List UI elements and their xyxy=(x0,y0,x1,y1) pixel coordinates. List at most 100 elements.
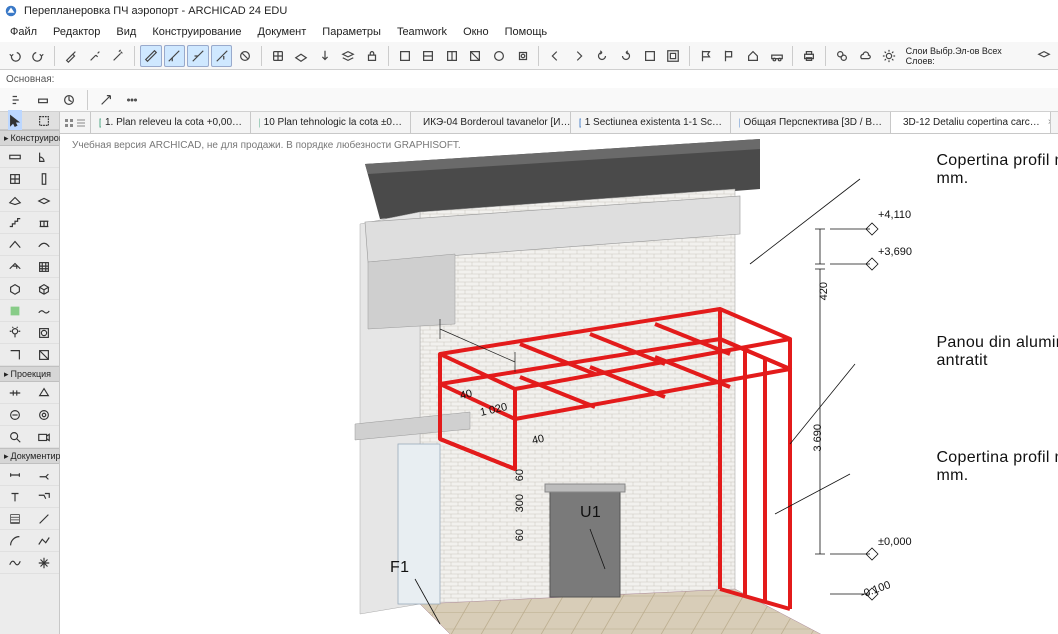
info-tool1[interactable] xyxy=(6,89,28,111)
menu-edit[interactable]: Редактор xyxy=(45,24,108,40)
menu-document[interactable]: Документ xyxy=(250,24,315,40)
gear-button[interactable] xyxy=(878,45,900,67)
measure-button[interactable] xyxy=(831,45,853,67)
group-doc-header[interactable]: ▸Документиро xyxy=(0,448,59,464)
morph-tool[interactable] xyxy=(0,278,30,300)
opening-tool[interactable] xyxy=(30,322,60,344)
gravity-button[interactable] xyxy=(314,45,336,67)
fill-tool[interactable] xyxy=(0,508,30,530)
skylight-tool[interactable] xyxy=(0,256,30,278)
shell-tool[interactable] xyxy=(30,234,60,256)
print-button[interactable] xyxy=(798,45,820,67)
menu-design[interactable]: Конструирование xyxy=(144,24,249,40)
guide-button[interactable] xyxy=(164,45,186,67)
menu-teamwork[interactable]: Teamwork xyxy=(389,24,455,40)
window-tool[interactable] xyxy=(0,168,30,190)
tab-nav-icons[interactable] xyxy=(60,112,91,133)
arrow-right-button[interactable] xyxy=(568,45,590,67)
dim-tool[interactable] xyxy=(0,464,30,486)
line-tool[interactable] xyxy=(30,508,60,530)
flag-button[interactable] xyxy=(695,45,717,67)
info-tool2[interactable] xyxy=(32,89,54,111)
profile-tool[interactable] xyxy=(30,344,60,366)
menu-window[interactable]: Окно xyxy=(455,24,497,40)
menu-view[interactable]: Вид xyxy=(108,24,144,40)
level-tool[interactable] xyxy=(30,464,60,486)
eyedropper-button[interactable] xyxy=(60,45,82,67)
label-tool[interactable] xyxy=(30,486,60,508)
tool-d-button[interactable] xyxy=(465,45,487,67)
syringe-button[interactable] xyxy=(84,45,106,67)
slab-tool[interactable] xyxy=(30,190,60,212)
text-tool[interactable] xyxy=(0,486,30,508)
info-dots[interactable] xyxy=(121,89,143,111)
arc-tool[interactable] xyxy=(0,530,30,552)
marquee-tool[interactable] xyxy=(37,110,51,132)
tab-detaliu-copertina[interactable]: 3D-12 Detaliu copertina carc…× xyxy=(891,112,1051,133)
tab-interaction-center[interactable]: [Центр Взаимодействия] xyxy=(1051,112,1058,133)
curtain-tool[interactable] xyxy=(30,256,60,278)
snap2-button[interactable] xyxy=(211,45,233,67)
arrow-left-button[interactable] xyxy=(544,45,566,67)
fit-button[interactable] xyxy=(662,45,684,67)
rotate-left-button[interactable] xyxy=(592,45,614,67)
grid-button[interactable] xyxy=(267,45,289,67)
info-arrow[interactable] xyxy=(95,89,117,111)
menu-help[interactable]: Помощь xyxy=(497,24,556,40)
layer-selector[interactable]: Слои Выбр.Эл-ов Всех Слоев: xyxy=(906,46,1031,66)
home-view-button[interactable] xyxy=(639,45,661,67)
column-tool[interactable] xyxy=(30,168,60,190)
camera-tool[interactable] xyxy=(30,426,60,448)
stair-tool[interactable] xyxy=(0,212,30,234)
cloud-button[interactable] xyxy=(854,45,876,67)
viewport-3d[interactable]: Учебная версия ARCHICAD, не для продажи.… xyxy=(60,134,1058,634)
layers-button[interactable] xyxy=(338,45,360,67)
tool-b-button[interactable] xyxy=(417,45,439,67)
wall-tool[interactable] xyxy=(0,146,30,168)
tab-borderoul[interactable]: ИКЭ-04 Borderoul tavanelor [И… xyxy=(411,112,571,133)
door-tool[interactable] xyxy=(30,146,60,168)
home-button[interactable] xyxy=(742,45,764,67)
detail-tool[interactable] xyxy=(0,426,30,448)
snap-button[interactable] xyxy=(187,45,209,67)
arrow-tool[interactable] xyxy=(8,110,22,132)
beam-tool[interactable] xyxy=(0,190,30,212)
edit-plane-button[interactable] xyxy=(290,45,312,67)
tool-e-button[interactable] xyxy=(488,45,510,67)
object-tool[interactable] xyxy=(30,278,60,300)
undo-button[interactable] xyxy=(4,45,26,67)
magic-wand-button[interactable] xyxy=(107,45,129,67)
tab-perspectiva[interactable]: Общая Перспектива [3D / В… xyxy=(731,112,891,133)
tab-plan-tehnologic[interactable]: 10 Plan tehnologic la cota ±0… xyxy=(251,112,411,133)
zone-tool[interactable] xyxy=(0,300,30,322)
elevation-tool[interactable] xyxy=(30,382,60,404)
mesh-tool[interactable] xyxy=(30,300,60,322)
info-tool3[interactable] xyxy=(58,89,80,111)
menu-options[interactable]: Параметры xyxy=(314,24,389,40)
layer-dropdown-button[interactable] xyxy=(1033,45,1055,67)
hotspot-tool[interactable] xyxy=(30,552,60,574)
group-design-header[interactable]: ▸Конструиров xyxy=(0,130,59,146)
corner-tool[interactable] xyxy=(0,344,30,366)
menu-file[interactable]: Файл xyxy=(2,24,45,40)
lamp-tool[interactable] xyxy=(0,322,30,344)
spline-tool[interactable] xyxy=(0,552,30,574)
ruler-button[interactable] xyxy=(140,45,162,67)
interior-tool[interactable] xyxy=(0,404,30,426)
tool-c-button[interactable] xyxy=(441,45,463,67)
redo-button[interactable] xyxy=(28,45,50,67)
lock-button[interactable] xyxy=(361,45,383,67)
worksheet-tool[interactable] xyxy=(30,404,60,426)
car-button[interactable] xyxy=(766,45,788,67)
polyline-tool[interactable] xyxy=(30,530,60,552)
tab-plan-releveu[interactable]: 1. Plan releveu la cota +0,00… xyxy=(91,112,251,133)
tab-sectiunea[interactable]: 1 Sectiunea existenta 1-1 Sc… xyxy=(571,112,731,133)
suspend-button[interactable] xyxy=(234,45,256,67)
group-view-header[interactable]: ▸Проекция xyxy=(0,366,59,382)
railing-tool[interactable] xyxy=(30,212,60,234)
roof-tool[interactable] xyxy=(0,234,30,256)
tool-a-button[interactable] xyxy=(394,45,416,67)
section-tool[interactable] xyxy=(0,382,30,404)
rotate-right-button[interactable] xyxy=(615,45,637,67)
tool-f-button[interactable] xyxy=(512,45,534,67)
